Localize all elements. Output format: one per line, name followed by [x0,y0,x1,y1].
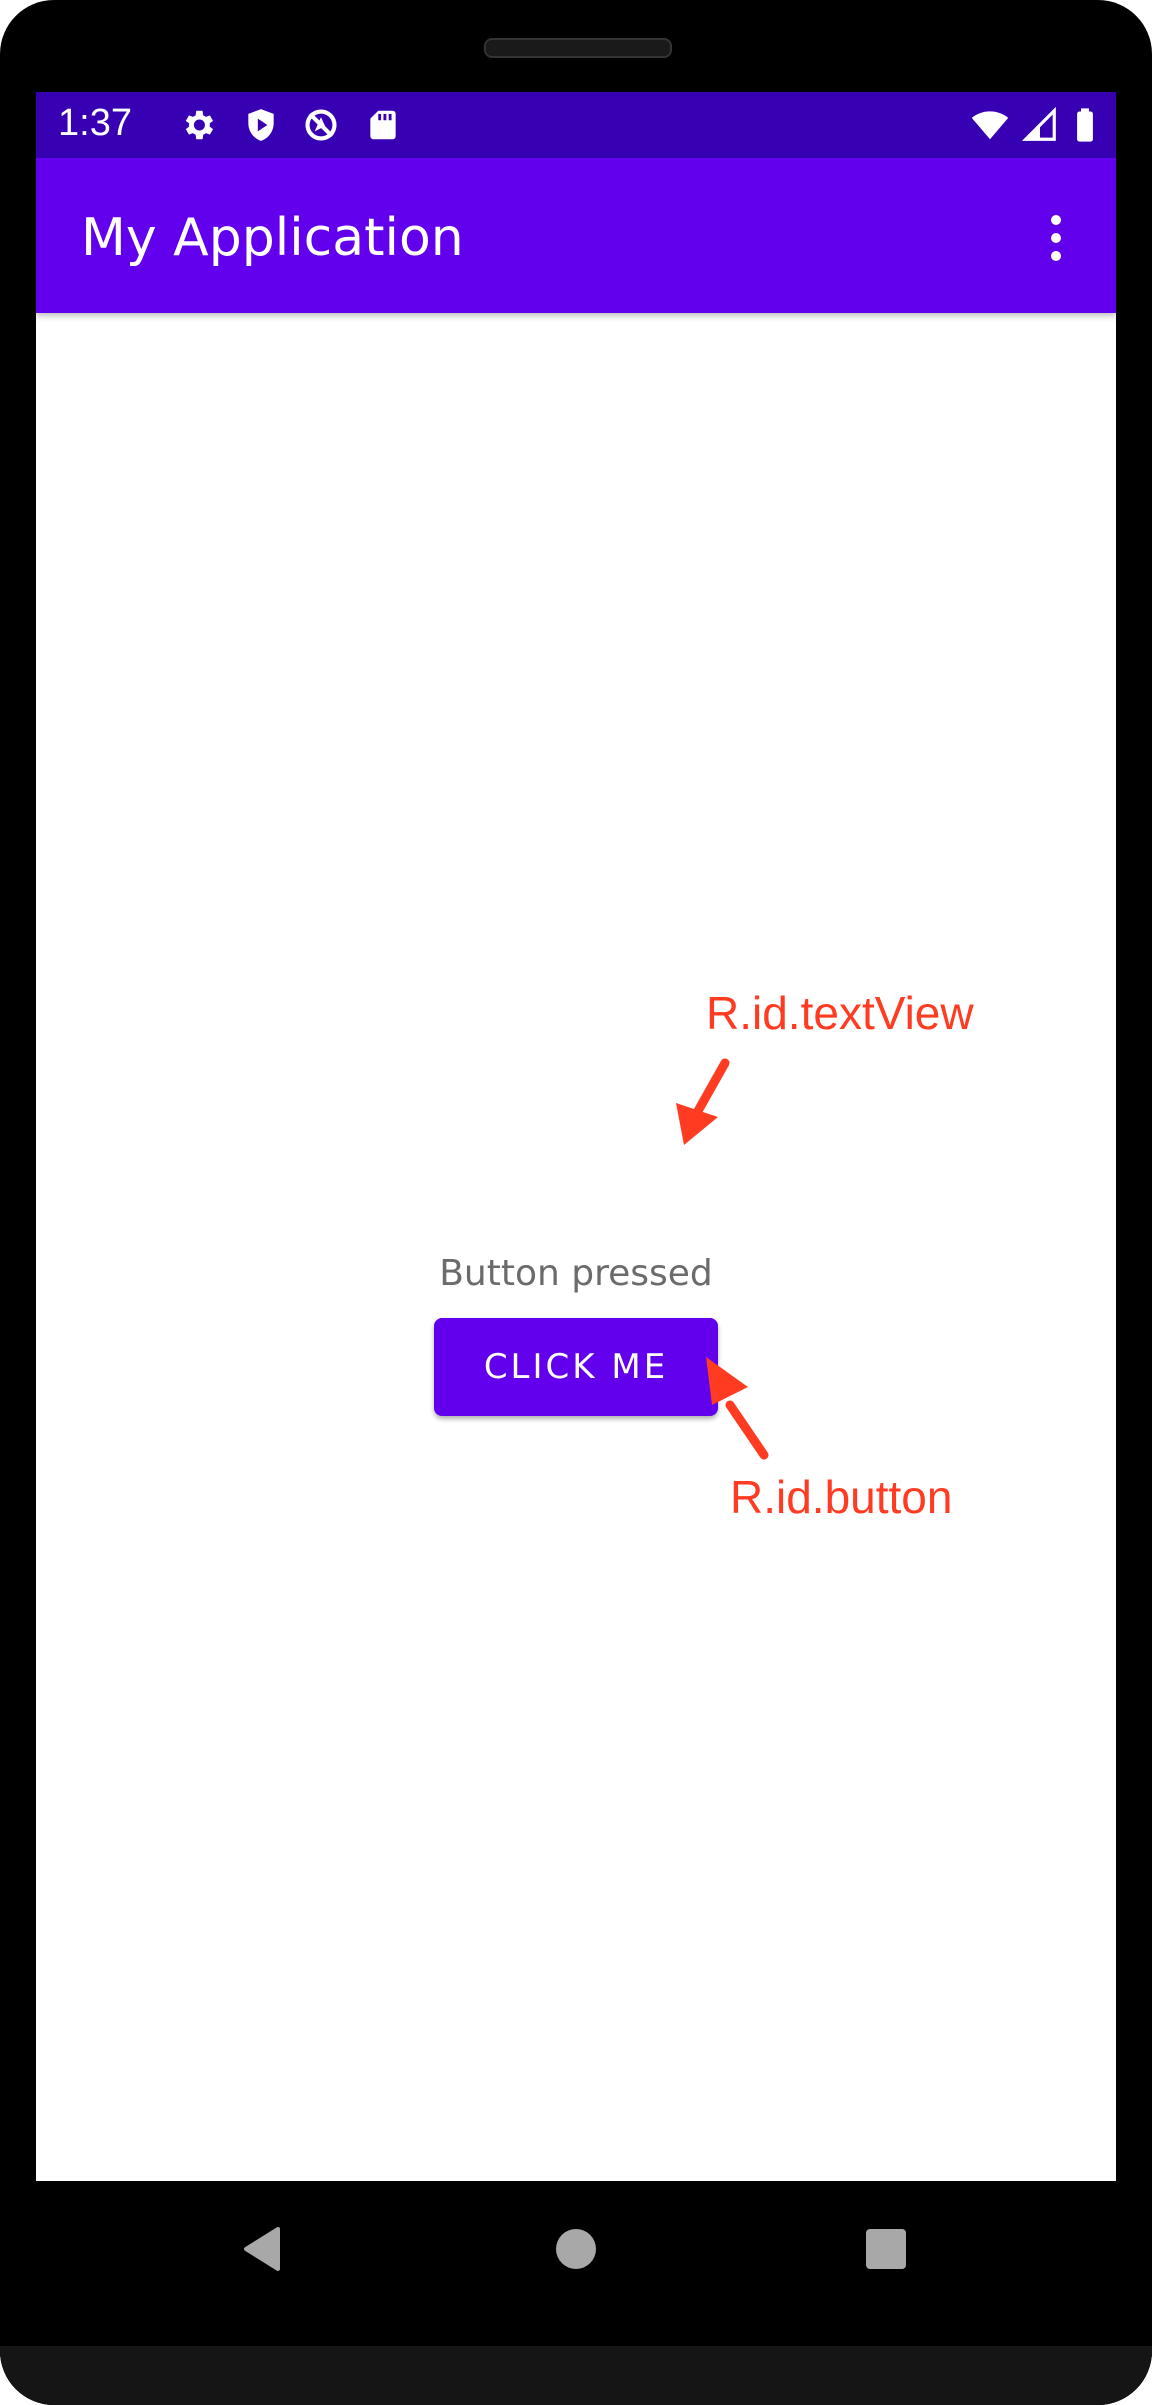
shield-play-icon [248,109,274,141]
navigation-bar [0,2181,1152,2405]
main-content: Button pressed CLICK ME [36,313,1116,2181]
text-view: Button pressed [439,1253,713,1294]
click-me-button[interactable]: CLICK ME [434,1318,718,1416]
status-bar: 1:37 [36,92,1116,158]
no-location-icon [305,109,337,141]
gear-icon [185,110,214,140]
bottom-bezel [0,2346,1152,2405]
text-view-annotation: R.id.textView [706,987,974,1039]
arrow-down-left-icon [676,1058,730,1145]
status-time: 1:37 [58,102,132,144]
arrow-up-left-icon [706,1357,769,1460]
app-title: My Application [81,208,464,268]
wifi-icon [971,111,1009,140]
speaker-grille [484,38,672,58]
button-annotation: R.id.button [730,1471,953,1523]
app-bar: My Application [36,158,1116,313]
recents-icon[interactable] [865,2228,907,2270]
phone-screen: 1:37 My Application Button pressed CLICK… [36,92,1116,2181]
battery-icon [1077,108,1093,142]
phone-frame: 1:37 My Application Button pressed CLICK… [0,0,1152,2405]
cell-signal-icon [1021,106,1056,141]
home-icon[interactable] [554,2227,598,2271]
sd-card-icon [370,110,396,140]
more-vertical-icon[interactable] [1036,208,1076,268]
back-icon[interactable] [240,2225,282,2273]
